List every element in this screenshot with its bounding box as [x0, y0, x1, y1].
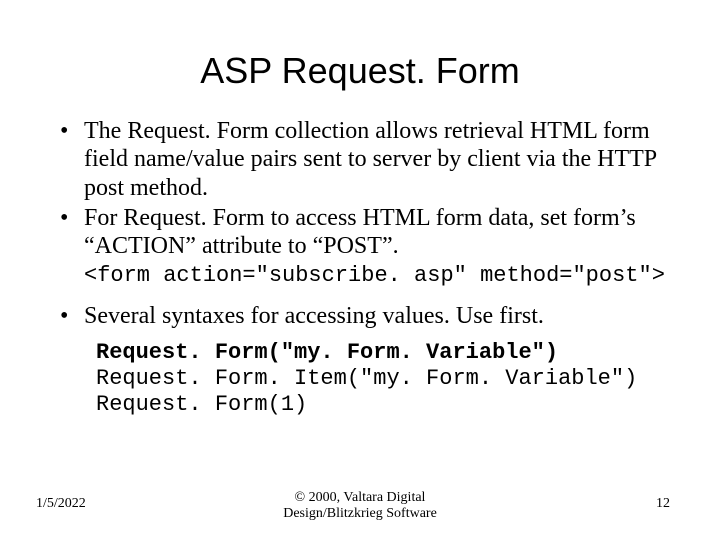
code-line: Request. Form. Item("my. Form. Variable"…	[96, 366, 670, 392]
bullet-item: For Request. Form to access HTML form da…	[60, 204, 670, 261]
footer-copyright-line1: © 2000, Valtara Digital	[295, 490, 426, 505]
footer-copyright-line2: Design/Blitzkrieg Software	[283, 506, 437, 521]
code-line: Request. Form("my. Form. Variable")	[96, 340, 670, 366]
page-title: ASP Request. Form	[50, 50, 670, 92]
code-line: Request. Form(1)	[96, 392, 670, 418]
footer-page-number: 12	[656, 496, 670, 512]
bullet-item: The Request. Form collection allows retr…	[60, 117, 670, 202]
footer-copyright: © 2000, Valtara Digital Design/Blitzkrie…	[0, 490, 720, 522]
code-form-tag: <form action="subscribe. asp" method="po…	[84, 263, 670, 288]
bullet-list: Several syntaxes for accessing values. U…	[50, 302, 670, 330]
bullet-item: Several syntaxes for accessing values. U…	[60, 302, 670, 330]
bullet-list: The Request. Form collection allows retr…	[50, 117, 670, 261]
code-syntax-block: Request. Form("my. Form. Variable") Requ…	[96, 340, 670, 418]
slide: ASP Request. Form The Request. Form coll…	[0, 0, 720, 540]
